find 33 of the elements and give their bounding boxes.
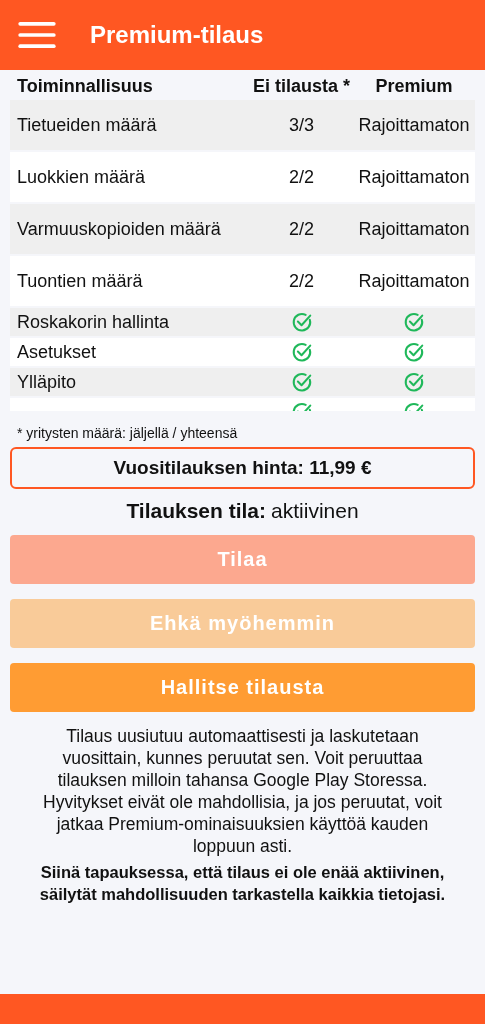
app-title: Premium-tilaus [90,21,264,49]
table-cell: Varmuuskopioiden määrä [17,218,221,239]
check-circle-icon [403,341,425,363]
table-cell: 2/2 [289,218,314,240]
status-value: aktiivinen [271,499,359,523]
table-cell: 2/2 [289,166,314,188]
check-circle-icon [403,371,425,393]
table-cell: Tietueiden määrä [17,114,157,135]
check-circle-icon [403,311,425,333]
table-cell: Rajoittamaton [358,218,470,240]
menu-icon[interactable] [18,21,56,49]
note-text: Siinä tapauksessa, että tilaus ei ole enää aktiivinen, säilytät mahdollisuuden tarkastella kaikkia tietojasi. [38,862,447,905]
check-circle-icon [290,311,313,333]
action-button[interactable]: Hallitse tilausta [10,663,475,712]
check-circle-icon [290,341,313,363]
table-cell: Luokkien määrä [17,166,146,187]
column-header: Toiminnallisuus [16,75,154,97]
table-cell: Ylläpito [17,371,77,392]
check-circle-icon [290,371,313,393]
table-cell: Roskakorin hallinta [17,311,170,332]
table-cell: Asetukset [17,341,97,362]
info-text: Tilaus uusiutuu automaattisesti ja laskutetaan vuosittain, kunnes peruutat sen. Voit peruuttaa tilauksen milloin tahansa Google Play Storessa. Hyvitykset eivät ole mahdollisia, ja jos peruutat, voit jatkaa Premium-ominaisuuksien käyttöä kauden loppuun asti. [42,725,443,857]
table-cell: Tuontien määrä [17,270,143,291]
table-cell: Rajoittamaton [358,270,470,292]
table-cell: Rajoittamaton [358,166,470,188]
column-header: Premium [374,75,454,97]
column-header: Ei tilausta * [252,75,351,97]
table-cell: 2/2 [289,270,314,292]
price-label: Vuositilauksen hinta: 11,99 € [10,447,475,489]
footnote: * yritysten määrä: jäljellä / yhteensä [17,425,239,441]
status-label: Tilauksen tila: [126,499,267,523]
table-cell: 3/3 [289,114,314,136]
table-cell: Rajoittamaton [358,114,470,136]
